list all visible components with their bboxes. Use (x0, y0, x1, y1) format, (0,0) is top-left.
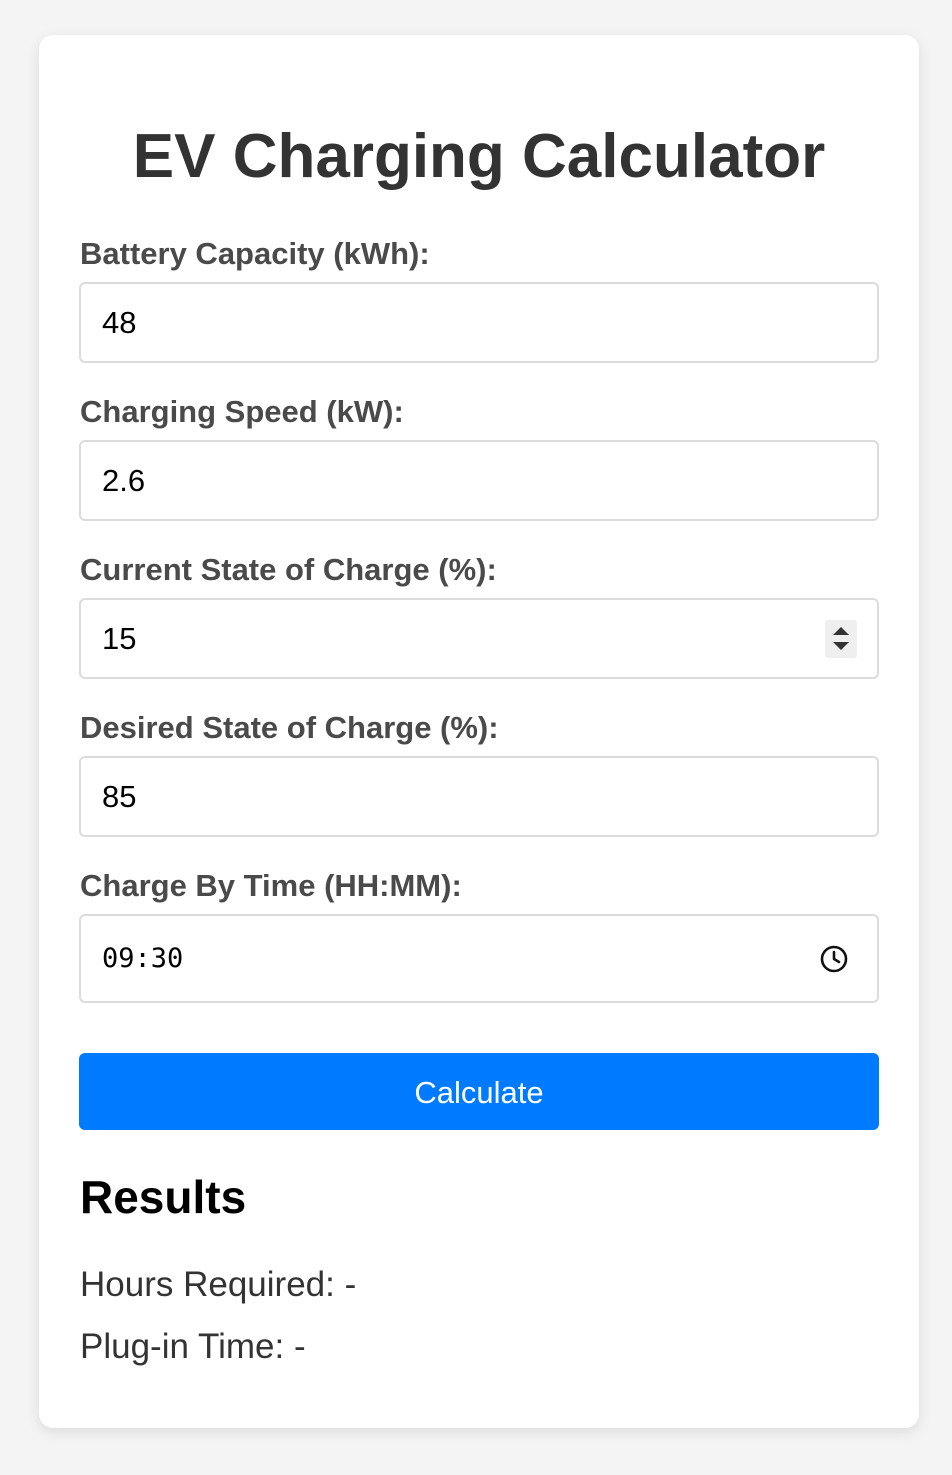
desired-soc-input[interactable]: 85 (79, 756, 879, 837)
desired-soc-label: Desired State of Charge (%): (80, 710, 499, 745)
hours-required-text: Hours Required: - (80, 1265, 357, 1304)
charging-speed-value: 2.6 (102, 462, 146, 498)
clock-icon[interactable] (819, 944, 849, 974)
calculate-button[interactable]: Calculate (79, 1053, 879, 1130)
current-soc-label: Current State of Charge (%): (80, 552, 497, 587)
current-soc-value: 15 (102, 620, 137, 656)
desired-soc-value: 85 (102, 778, 137, 814)
charging-speed-label: Charging Speed (kW): (80, 394, 404, 429)
page-title: EV Charging Calculator (132, 122, 826, 191)
calculator-card: EV Charging Calculator Battery Capacity … (39, 35, 919, 1428)
battery-capacity-label: Battery Capacity (kWh): (80, 236, 430, 271)
plug-in-time-text: Plug-in Time: - (80, 1327, 306, 1366)
spinner-down-icon[interactable] (833, 642, 849, 650)
spinner-up-icon[interactable] (833, 627, 849, 635)
battery-capacity-value: 48 (102, 304, 137, 340)
charging-speed-input[interactable]: 2.6 (79, 440, 879, 521)
results-heading: Results (80, 1171, 247, 1223)
battery-capacity-input[interactable]: 48 (79, 282, 879, 363)
charge-by-time-label: Charge By Time (HH:MM): (80, 868, 462, 903)
charge-by-time-input[interactable]: 09:30 (79, 914, 879, 1003)
current-soc-input[interactable]: 15 (79, 598, 879, 679)
charge-by-time-value: 09:30 (102, 943, 184, 974)
number-spinner[interactable] (825, 620, 857, 658)
